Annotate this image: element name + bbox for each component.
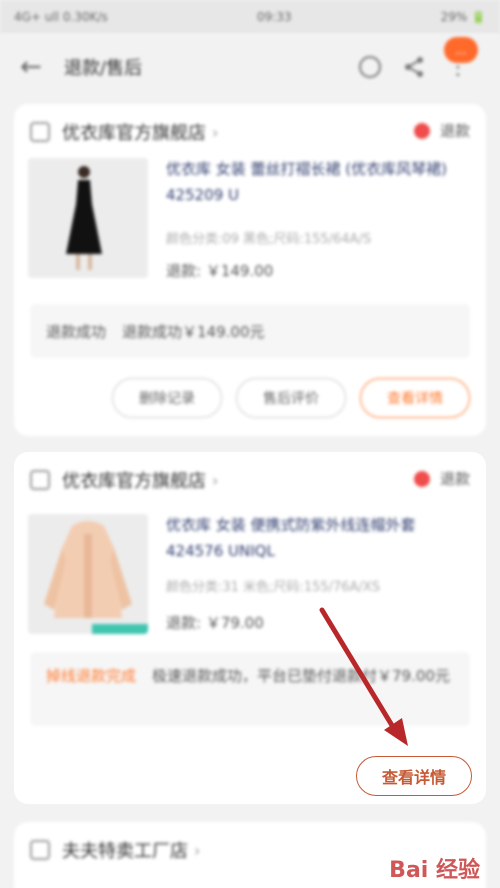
shop-name: 优衣库官方旗舰店 — [62, 471, 206, 492]
refund-status: 退款 — [413, 120, 470, 141]
product-spec: 颜色分类:09 黑色;尺码:155/64A/S — [166, 232, 372, 247]
product-spec: 颜色分类:31 米色;尺码:155/76A/XS — [166, 580, 380, 595]
product-title[interactable]: 优衣库 女装 便携式防紫外线连帽外套 424576 UNIQL — [166, 512, 468, 564]
refund-info-box: 退款成功 退款成功￥149.00元 — [30, 304, 470, 358]
refund-icon — [413, 122, 430, 139]
network-status: 4G+ ull 0.30K/s — [14, 10, 108, 24]
shop-icon — [30, 122, 50, 142]
refund-amount: 退款: ￥79.00 — [166, 614, 264, 632]
status-bar: 4G+ ull 0.30K/s 09:33 29% 🔋 — [0, 0, 500, 34]
view-details-button[interactable]: 查看详情 — [356, 756, 472, 796]
refund-info-text: 退款成功￥149.00元 — [122, 322, 265, 341]
refund-status-label: 退款 — [439, 122, 470, 140]
shop-icon — [30, 470, 50, 490]
nav-bar: ← 退款/售后 ⋮ ... — [0, 34, 500, 100]
shop-name: 夫夫特卖工厂店 — [62, 841, 188, 862]
black-dress-image — [28, 158, 148, 278]
product-thumbnail[interactable] — [28, 514, 148, 634]
battery-status: 29% 🔋 — [440, 10, 486, 24]
after-sale-review-button[interactable]: 售后评价 — [236, 378, 346, 418]
shop-row[interactable]: 优衣库官方旗舰店 › 退款 — [30, 464, 470, 496]
page-title: 退款/售后 — [64, 58, 143, 79]
back-arrow-icon[interactable]: ← — [20, 52, 64, 82]
shop-row[interactable]: 优衣库官方旗舰店 › 退款 — [30, 116, 470, 148]
refund-amount: 退款: ￥149.00 — [166, 262, 274, 280]
chevron-right-icon: › — [212, 470, 219, 490]
watermark-logo: Bai 经验 — [389, 858, 480, 883]
more-menu-icon[interactable]: ⋮ ... — [436, 37, 480, 85]
message-badge: ... — [444, 37, 478, 63]
view-details-button[interactable]: 查看详情 — [360, 378, 470, 418]
order-card-1[interactable]: 优衣库官方旗舰店 › 退款 优衣库 女装 蕾丝打褶长裙 (优衣库风琴裙) 425… — [14, 104, 486, 436]
clock: 09:33 — [256, 10, 292, 24]
product-title[interactable]: 优衣库 女装 蕾丝打褶长裙 (优衣库风琴裙) 425209 U — [166, 156, 468, 208]
chevron-right-icon: › — [194, 840, 201, 860]
order-card-2[interactable]: 优衣库官方旗舰店 › 退款 优衣库 女装 便携式防紫外线连帽外套 424576 … — [14, 452, 486, 804]
product-thumbnail[interactable] — [28, 158, 148, 278]
refund-status-label: 退款 — [439, 470, 470, 488]
delete-record-button[interactable]: 删除记录 — [112, 378, 222, 418]
share-icon[interactable] — [392, 49, 436, 85]
refund-info-label: 退款成功 — [46, 322, 107, 341]
beige-jacket-image — [28, 514, 148, 634]
refresh-glyph — [359, 56, 381, 78]
refresh-icon[interactable] — [348, 49, 392, 85]
shop-icon — [30, 840, 50, 860]
refund-info-box: 掉线退款完成 极速退款成功，平台已垫付退款付￥79.00元 — [30, 652, 470, 726]
share-glyph — [405, 57, 423, 77]
shop-name: 优衣库官方旗舰店 — [62, 123, 206, 144]
refund-status: 退款 — [413, 468, 470, 489]
refund-icon — [413, 470, 430, 487]
refund-info-text: 极速退款成功，平台已垫付退款付￥79.00元 — [152, 667, 450, 685]
refund-info-label: 掉线退款完成 — [46, 667, 137, 685]
chevron-right-icon: › — [212, 122, 219, 142]
